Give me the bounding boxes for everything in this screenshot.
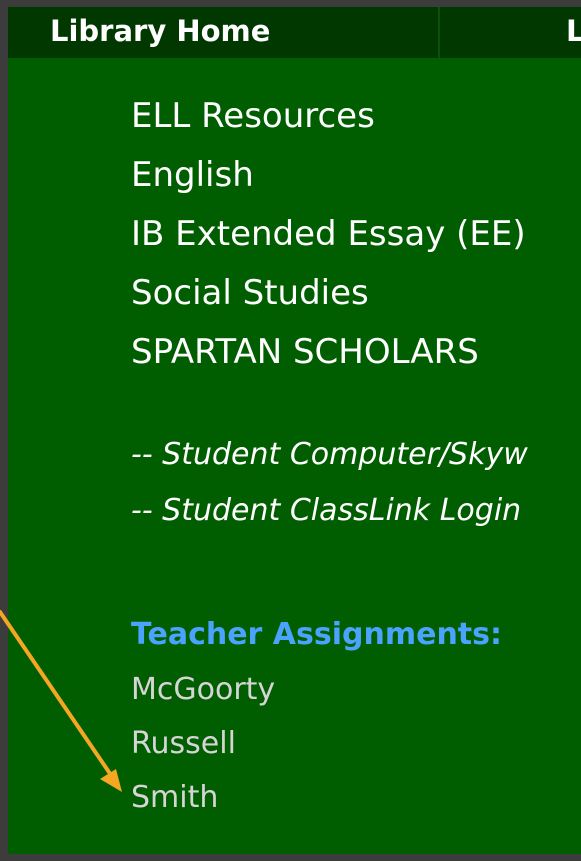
- nav-tab-library-home[interactable]: Library Home: [50, 7, 430, 58]
- teacher-item-mcgoorty[interactable]: McGoorty: [131, 663, 502, 717]
- library-menu-panel: Library Home L ELL Resources English IB …: [8, 7, 581, 854]
- nav-tab-next[interactable]: L: [566, 7, 581, 58]
- menu-item-ib-extended-essay[interactable]: IB Extended Essay (EE): [131, 205, 526, 264]
- top-nav-bar: Library Home L: [8, 7, 581, 58]
- menu-item-spartan-scholars[interactable]: SPARTAN SCHOLARS: [131, 323, 526, 382]
- menu-item-ell-resources[interactable]: ELL Resources: [131, 87, 526, 146]
- menu-item-social-studies[interactable]: Social Studies: [131, 264, 526, 323]
- teacher-assignments: Teacher Assignments: McGoorty Russell Sm…: [131, 607, 502, 825]
- nav-divider: [438, 7, 440, 58]
- teacher-item-smith[interactable]: Smith: [131, 771, 502, 825]
- teacher-item-russell[interactable]: Russell: [131, 717, 502, 771]
- subject-menu: ELL Resources English IB Extended Essay …: [131, 87, 526, 382]
- teacher-assignments-heading: Teacher Assignments:: [131, 617, 503, 652]
- menu-item-english[interactable]: English: [131, 146, 526, 205]
- link-student-computer[interactable]: -- Student Computer/Skyw: [131, 427, 528, 483]
- student-login-links: -- Student Computer/Skyw -- Student Clas…: [131, 427, 528, 539]
- link-student-classlink[interactable]: -- Student ClassLink Login: [131, 483, 528, 539]
